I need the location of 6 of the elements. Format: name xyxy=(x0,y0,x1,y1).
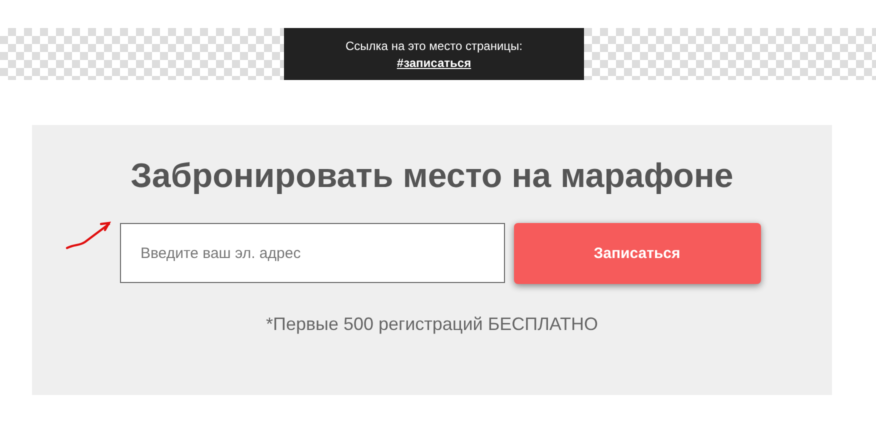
anchor-caption: Ссылка на это место страницы: xyxy=(346,38,522,52)
free-note: *Первые 500 регистраций БЕСПЛАТНО xyxy=(266,314,598,335)
arrow-drawing xyxy=(65,220,113,252)
email-field[interactable]: Введите ваш эл. адрес xyxy=(120,223,504,283)
anchor-link[interactable]: #записаться xyxy=(396,56,472,70)
form-title: Забронировать место на марафоне xyxy=(130,157,734,196)
